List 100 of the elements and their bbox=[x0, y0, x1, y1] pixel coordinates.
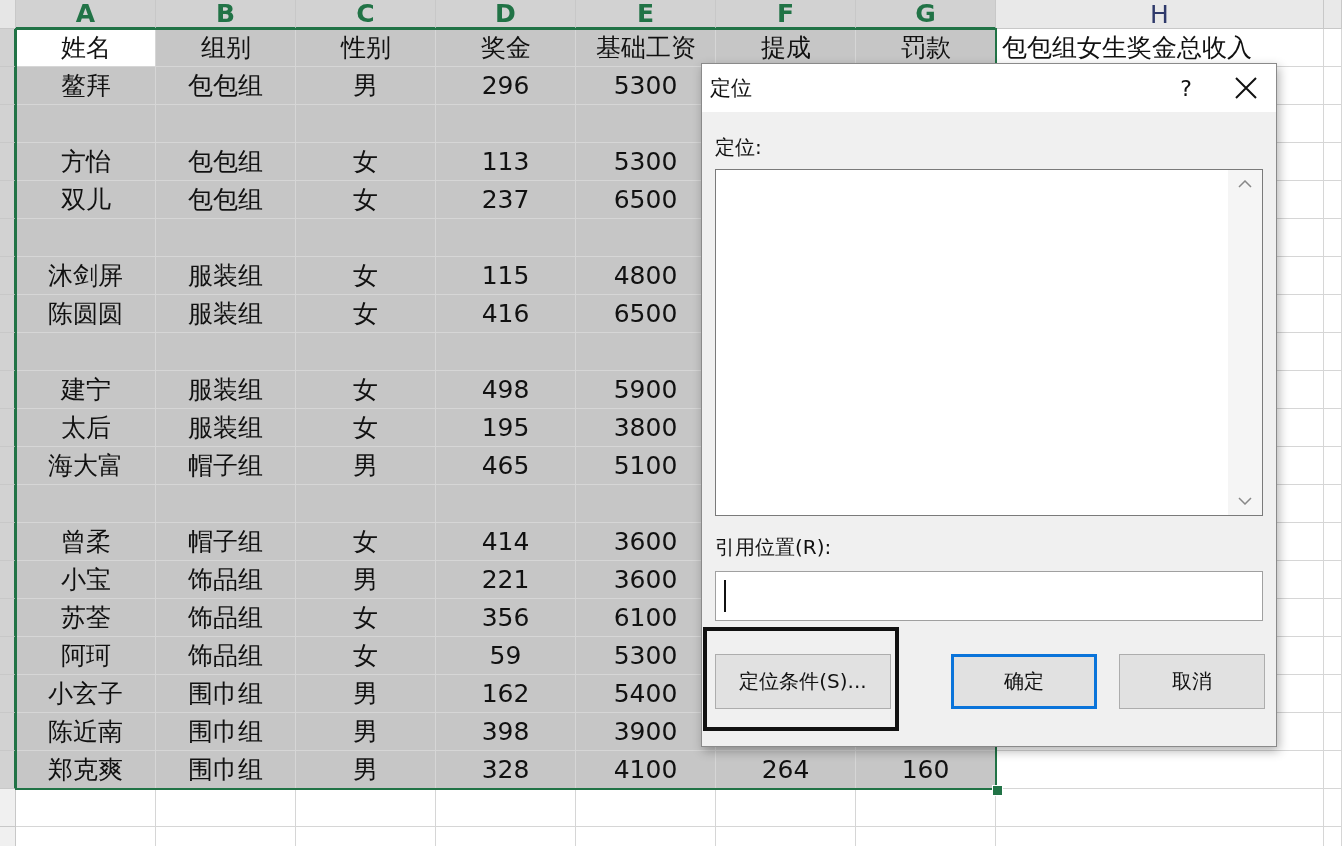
table-cell: 113 bbox=[436, 143, 576, 181]
table-cell: 男 bbox=[296, 561, 436, 599]
table-cell bbox=[1324, 485, 1342, 523]
table-cell bbox=[1324, 143, 1342, 181]
row-header[interactable] bbox=[0, 713, 16, 751]
table-cell: 饰品组 bbox=[156, 599, 296, 637]
cancel-button[interactable]: 取消 bbox=[1119, 654, 1265, 709]
table-cell: 服装组 bbox=[156, 409, 296, 447]
table-cell bbox=[1324, 751, 1342, 789]
table-cell bbox=[1324, 219, 1342, 257]
row-header[interactable] bbox=[0, 751, 16, 789]
table-cell: 双儿 bbox=[16, 181, 156, 219]
table-cell bbox=[1324, 447, 1342, 485]
row-header[interactable] bbox=[0, 371, 16, 409]
row-header[interactable] bbox=[0, 599, 16, 637]
table-cell bbox=[1324, 67, 1342, 105]
table-cell: 221 bbox=[436, 561, 576, 599]
table-cell: 男 bbox=[296, 67, 436, 105]
table-cell: 帽子组 bbox=[156, 523, 296, 561]
table-cell: 姓名 bbox=[16, 29, 156, 67]
close-icon bbox=[1235, 77, 1257, 99]
table-cell: 小玄子 bbox=[16, 675, 156, 713]
row-header[interactable] bbox=[0, 181, 16, 219]
column-header[interactable]: H bbox=[996, 0, 1324, 29]
table-cell: 296 bbox=[436, 67, 576, 105]
column-header[interactable]: C bbox=[296, 0, 436, 29]
table-cell: 115 bbox=[436, 257, 576, 295]
table-cell: 女 bbox=[296, 371, 436, 409]
table-cell: 女 bbox=[296, 523, 436, 561]
column-header[interactable]: D bbox=[436, 0, 576, 29]
table-cell: 女 bbox=[296, 295, 436, 333]
row-header[interactable] bbox=[0, 257, 16, 295]
row-header[interactable] bbox=[0, 295, 16, 333]
table-cell: 498 bbox=[436, 371, 576, 409]
table-cell: 男 bbox=[296, 675, 436, 713]
column-header[interactable]: G bbox=[856, 0, 996, 29]
column-header[interactable]: A bbox=[16, 0, 156, 29]
table-cell: 356 bbox=[436, 599, 576, 637]
table-cell: 阿珂 bbox=[16, 637, 156, 675]
table-cell: 基础工资 bbox=[576, 29, 716, 67]
table-cell: 男 bbox=[296, 447, 436, 485]
table-cell: 围巾组 bbox=[156, 751, 296, 789]
table-cell bbox=[1324, 257, 1342, 295]
row-header[interactable] bbox=[0, 29, 16, 67]
row-header[interactable] bbox=[0, 637, 16, 675]
table-cell: 女 bbox=[296, 143, 436, 181]
table-cell: 性别 bbox=[296, 29, 436, 67]
row-header[interactable] bbox=[0, 561, 16, 599]
table-cell: 沐剑屏 bbox=[16, 257, 156, 295]
table-cell: 郑克爽 bbox=[16, 751, 156, 789]
scroll-up-icon[interactable] bbox=[1238, 180, 1252, 188]
table-cell bbox=[1324, 29, 1342, 67]
table-cell bbox=[1324, 295, 1342, 333]
row-header[interactable] bbox=[0, 675, 16, 713]
goto-label: 定位: bbox=[715, 134, 762, 161]
row-header[interactable] bbox=[0, 67, 16, 105]
table-cell: 陈圆圆 bbox=[16, 295, 156, 333]
table-cell: 包包组 bbox=[156, 181, 296, 219]
row-header[interactable] bbox=[0, 485, 16, 523]
table-cell bbox=[1324, 333, 1342, 371]
scroll-bar[interactable] bbox=[1228, 170, 1262, 515]
column-header[interactable]: B bbox=[156, 0, 296, 29]
table-cell: 服装组 bbox=[156, 295, 296, 333]
table-cell: 鳌拜 bbox=[16, 67, 156, 105]
table-cell bbox=[1324, 675, 1342, 713]
table-cell: 奖金 bbox=[436, 29, 576, 67]
table-cell bbox=[1324, 561, 1342, 599]
row-header[interactable] bbox=[0, 523, 16, 561]
column-header[interactable]: F bbox=[716, 0, 856, 29]
table-cell: 包包组 bbox=[156, 67, 296, 105]
table-cell: 围巾组 bbox=[156, 713, 296, 751]
table-cell: 方怡 bbox=[16, 143, 156, 181]
row-header[interactable] bbox=[0, 333, 16, 371]
table-cell: 162 bbox=[436, 675, 576, 713]
help-button[interactable]: ? bbox=[1156, 64, 1216, 112]
table-cell: 服装组 bbox=[156, 257, 296, 295]
table-cell: 苏荃 bbox=[16, 599, 156, 637]
row-header[interactable] bbox=[0, 143, 16, 181]
table-cell bbox=[1324, 181, 1342, 219]
table-cell bbox=[1324, 523, 1342, 561]
fill-handle[interactable] bbox=[992, 785, 1003, 796]
scroll-down-icon[interactable] bbox=[1238, 497, 1252, 505]
table-cell: 饰品组 bbox=[156, 637, 296, 675]
ok-button[interactable]: 确定 bbox=[951, 654, 1097, 709]
column-header[interactable]: E bbox=[576, 0, 716, 29]
table-cell: 160 bbox=[856, 751, 996, 789]
table-cell: 女 bbox=[296, 409, 436, 447]
special-button[interactable]: 定位条件(S)... bbox=[715, 654, 891, 709]
row-header[interactable] bbox=[0, 447, 16, 485]
row-header[interactable] bbox=[0, 219, 16, 257]
table-cell: 59 bbox=[436, 637, 576, 675]
row-header[interactable] bbox=[0, 105, 16, 143]
table-cell: 建宁 bbox=[16, 371, 156, 409]
row-header[interactable] bbox=[0, 409, 16, 447]
table-cell: 237 bbox=[436, 181, 576, 219]
table-cell: 264 bbox=[716, 751, 856, 789]
table-cell: 328 bbox=[436, 751, 576, 789]
reference-field[interactable] bbox=[715, 571, 1263, 621]
table-cell: 女 bbox=[296, 257, 436, 295]
table-cell: 服装组 bbox=[156, 371, 296, 409]
